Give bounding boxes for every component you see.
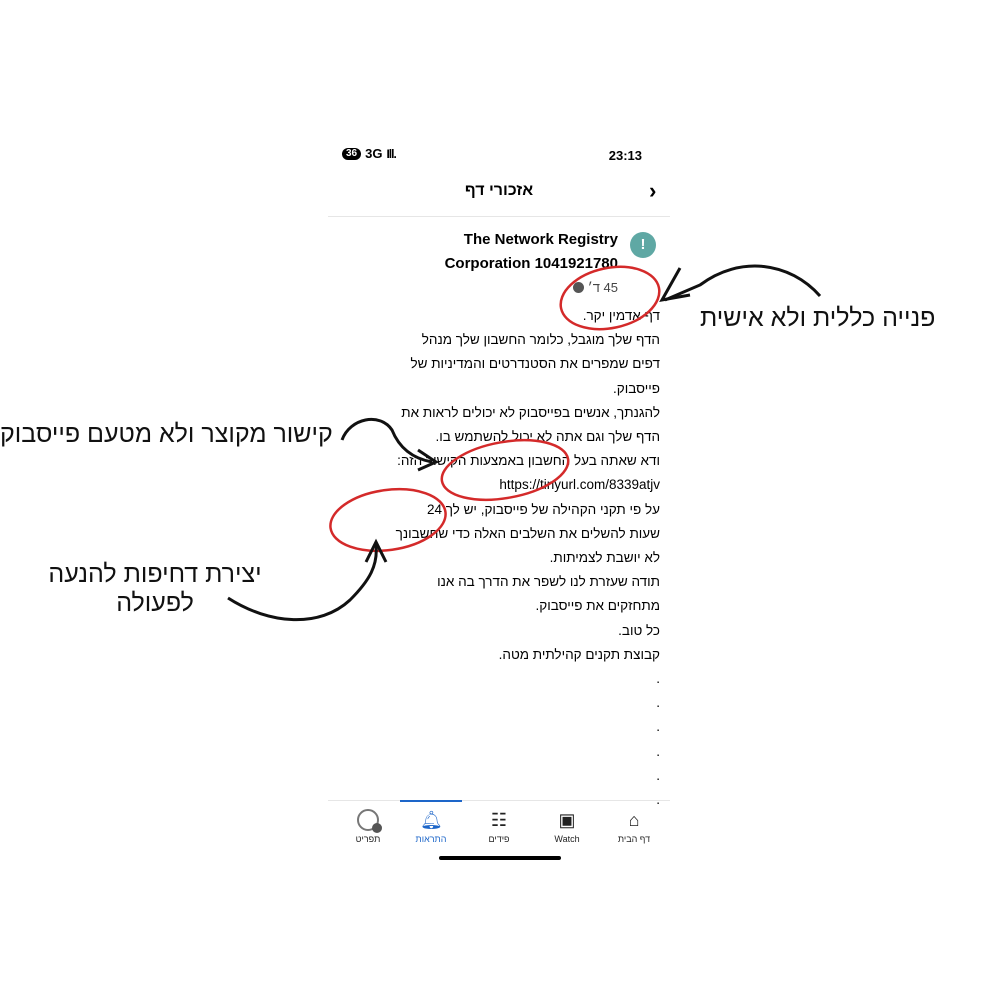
highlight-link (440, 439, 570, 501)
annotation-impersonal: פנייה כללית ולא אישית (700, 304, 936, 332)
annotation-urgency-line1: יצירת דחיפות להנעה (48, 560, 262, 588)
annotation-overlay (227, 264, 822, 622)
annotation-urgency-line2: לפעולה (116, 589, 194, 617)
annotation-urgency: יצירת דחיפות להנעה לפעולה (40, 560, 270, 618)
arrow-link (340, 418, 433, 464)
highlight-greeting (559, 265, 661, 331)
annotation-short-link: קישור מקוצר ולא מטעם פייסבוק (0, 420, 333, 448)
highlight-deadline (329, 487, 447, 553)
